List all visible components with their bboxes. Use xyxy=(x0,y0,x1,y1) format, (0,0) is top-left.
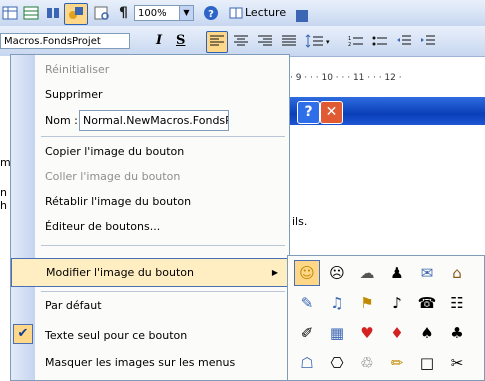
standard-toolbar: ¶ 100% ▼ ? Lecture xyxy=(0,0,485,27)
dialog-text: ils. xyxy=(292,215,308,228)
align-center-icon[interactable] xyxy=(230,31,252,53)
menu-item-label: Éditeur de boutons... xyxy=(45,220,161,233)
menu-item-hide-images[interactable]: Masquer les images sur les menus xyxy=(11,348,289,377)
spade-icon[interactable]: ♠ xyxy=(414,320,440,346)
submenu-arrow-icon: ▶ xyxy=(271,268,278,277)
bell-icon[interactable]: ⚑ xyxy=(354,290,380,316)
phone-icon[interactable]: ☎ xyxy=(414,290,440,316)
smiley-icon[interactable]: ☺ xyxy=(294,260,320,286)
columns-icon[interactable] xyxy=(42,3,64,25)
menu-item-label: Réinitialiser xyxy=(45,63,110,76)
style-select[interactable]: Macros.FondsProjet xyxy=(0,33,130,49)
read-label: Lecture xyxy=(245,6,287,19)
page-text-fragment: n xyxy=(0,186,7,199)
customize-dialog: ? ✕ ils. xyxy=(280,97,485,277)
menu-item-default[interactable]: Par défaut xyxy=(11,291,289,320)
pen-icon[interactable]: ✎ xyxy=(294,290,320,316)
menu-item-label: Supprimer xyxy=(45,88,103,101)
heart-icon[interactable]: ♥ xyxy=(354,320,380,346)
increase-indent-icon[interactable] xyxy=(417,31,439,53)
menu-item-change-image[interactable]: Modifier l'image du bouton ▶ xyxy=(11,258,289,287)
name-input[interactable]: Normal.NewMacros.FondsPro xyxy=(79,110,229,131)
button-image-palette: ☺ ☹ ☁ ♟ ✉ ⌂ ✎ ♫ ⚑ ♪ ☎ ☷ ✐ ▦ ♥ ♦ ♠ ♣ ☖ ⎔ … xyxy=(287,255,485,381)
menu-item-name: Nom : Normal.NewMacros.FondsPro xyxy=(11,106,289,135)
align-left-icon[interactable] xyxy=(206,31,228,53)
decrease-indent-icon[interactable] xyxy=(393,31,415,53)
document-page-edge: m n h xyxy=(0,56,11,381)
speech-bubble-icon[interactable]: ☷ xyxy=(444,290,470,316)
trash-icon[interactable]: ♲ xyxy=(354,350,380,376)
menu-item-label: Modifier l'image du bouton xyxy=(46,266,194,279)
excel-table-icon[interactable] xyxy=(20,3,42,25)
menu-item-button-editor[interactable]: Éditeur de boutons... xyxy=(11,212,289,241)
read-button[interactable]: Lecture xyxy=(226,3,300,25)
table-icon[interactable] xyxy=(0,3,20,25)
bullets-icon[interactable] xyxy=(369,31,391,53)
align-right-icon[interactable] xyxy=(254,31,276,53)
house-icon[interactable]: ⌂ xyxy=(444,260,470,286)
toolbar-options-icon[interactable] xyxy=(296,10,308,22)
page-text-fragment: h xyxy=(0,199,7,212)
name-label: Nom : xyxy=(45,114,78,127)
formatting-toolbar: Macros.FondsProjet I S ▾ 12 xyxy=(0,26,485,57)
mug-icon[interactable]: ☖ xyxy=(294,350,320,376)
drawing-icon[interactable] xyxy=(64,3,88,25)
underline-icon[interactable]: S xyxy=(170,31,190,53)
menu-item-label: Coller l'image du bouton xyxy=(45,170,181,183)
svg-text:▾: ▾ xyxy=(326,38,330,46)
button-context-menu: Réinitialiser Supprimer Nom : Normal.New… xyxy=(10,54,290,381)
close-button[interactable]: ✕ xyxy=(320,101,343,124)
menu-item-label: Copier l'image du bouton xyxy=(45,145,185,158)
help-icon[interactable]: ? xyxy=(200,3,222,25)
pilcrow-icon[interactable]: ¶ xyxy=(114,3,134,25)
numbering-icon[interactable]: 12 xyxy=(345,31,367,53)
style-value: Macros.FondsProjet xyxy=(4,36,101,47)
svg-text:?: ? xyxy=(208,9,214,20)
frown-icon[interactable]: ☹ xyxy=(324,260,350,286)
sound-icon[interactable]: ♫ xyxy=(324,290,350,316)
menu-item-delete[interactable]: Supprimer xyxy=(11,80,289,109)
camera-icon[interactable]: ⎔ xyxy=(324,350,350,376)
italic-icon[interactable]: I xyxy=(150,31,170,53)
justify-icon[interactable] xyxy=(278,31,300,53)
pencil-icon[interactable]: ✏ xyxy=(384,350,410,376)
menu-item-label: Rétablir l'image du bouton xyxy=(45,195,192,208)
blank-icon[interactable]: □ xyxy=(414,350,440,376)
help-button[interactable]: ? xyxy=(297,101,320,124)
menu-item-label: Texte seul pour ce bouton xyxy=(45,329,188,342)
chevron-down-icon[interactable]: ▼ xyxy=(179,6,193,20)
ruler: · 9 · · · 10 · · · 11 · · · 12 · xyxy=(290,73,402,83)
menu-item-label: Masquer les images sur les menus xyxy=(45,356,236,369)
pawn-icon[interactable]: ♟ xyxy=(384,260,410,286)
club-icon[interactable]: ♣ xyxy=(444,320,470,346)
zoom-select[interactable]: 100% ▼ xyxy=(134,5,194,21)
line-spacing-icon[interactable]: ▾ xyxy=(302,31,334,53)
dialog-titlebar: ? ✕ xyxy=(280,97,485,125)
mail-icon[interactable]: ✉ xyxy=(414,260,440,286)
scissors-icon[interactable]: ✂ xyxy=(444,350,470,376)
zoom-value: 100% xyxy=(138,8,167,19)
svg-text:2: 2 xyxy=(348,42,351,48)
menu-item-text-only[interactable]: ✔ Texte seul pour ce bouton xyxy=(11,321,289,350)
cloud-icon[interactable]: ☁ xyxy=(354,260,380,286)
checkmark-icon: ✔ xyxy=(13,324,33,344)
menu-item-label: Par défaut xyxy=(45,299,102,312)
diamond-icon[interactable]: ♦ xyxy=(384,320,410,346)
pointing-hand-icon[interactable]: ✐ xyxy=(294,320,320,346)
menu-separator xyxy=(41,245,285,246)
document-map-icon[interactable] xyxy=(90,3,114,25)
calculator-icon[interactable]: ▦ xyxy=(324,320,350,346)
music-note-icon[interactable]: ♪ xyxy=(384,290,410,316)
